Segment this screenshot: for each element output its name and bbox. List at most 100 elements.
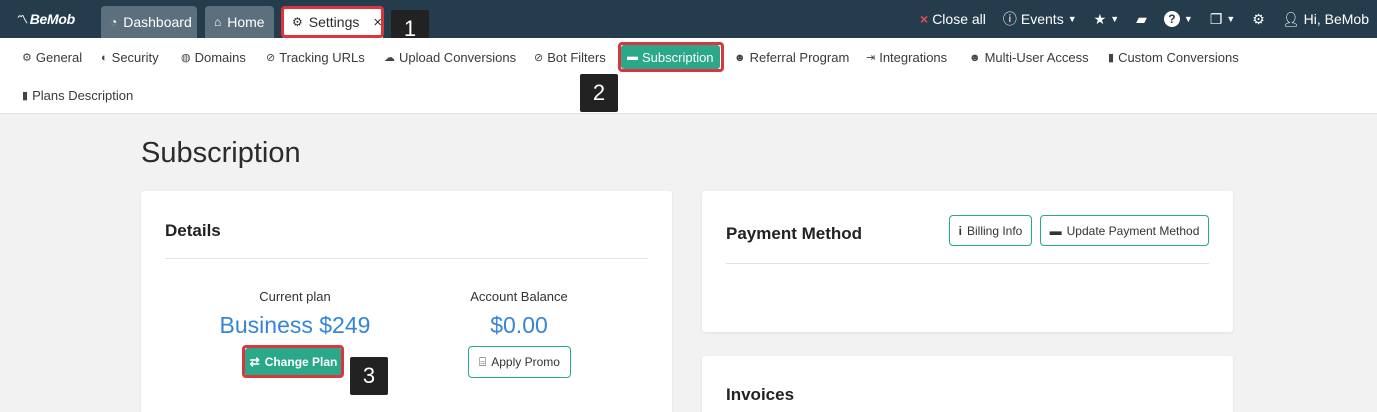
workspace-menu[interactable]: ❐ ▼ (1210, 11, 1235, 28)
top-right-actions: × Close all ⓘ Events ▼ ★ ▼ ▰ ? ▼ ❐ ▼ ⚙ 👤… (920, 0, 1369, 38)
subnav-security[interactable]: ◐ Security (101, 50, 159, 65)
details-card: Details Current plan Business $249 Accou… (141, 191, 672, 412)
payment-method-title: Payment Method (726, 224, 863, 243)
info-icon: ⓘ (1002, 11, 1017, 27)
close-all-label: Close all (932, 11, 986, 27)
top-bar: 〽 BeMob ◔ Dashboard ⌂ Home ⚙ Settings × … (0, 0, 1377, 38)
help-icon: ? (1163, 11, 1180, 27)
subnav-label: Integrations (879, 50, 948, 65)
tab-settings[interactable]: ⚙ Settings × (283, 6, 383, 38)
chevron-down-icon: ▼ (1226, 14, 1236, 24)
subnav-label: Plans Description (32, 88, 134, 103)
events-menu[interactable]: ⓘ Events ▼ (1003, 9, 1077, 29)
settings-button[interactable]: ⚙ (1252, 11, 1265, 28)
invoices-title: Invoices (726, 385, 795, 404)
close-icon: × (920, 11, 929, 27)
subnav-bot-filters[interactable]: ⊘ Bot Filters (534, 50, 606, 65)
payment-method-card: Payment Method i Billing Info ▬ Update P… (702, 191, 1233, 332)
settings-subnav: ⚙ General ◐ Security ◍ Domains ⊘ Trackin… (0, 38, 1377, 114)
subnav-integrations[interactable]: ⇥ Integrations (866, 50, 947, 65)
subnav-label: Subscription (642, 49, 714, 65)
account-balance-value: $0.00 (490, 312, 548, 338)
gear-icon: ⚙ (22, 52, 32, 64)
annotation-badge-3: 3 (350, 357, 388, 395)
close-all-button[interactable]: × Close all (920, 11, 986, 27)
file-icon: ▮ (22, 90, 29, 102)
update-payment-method-label: Update Payment Method (1066, 223, 1200, 238)
account-balance-label: Account Balance (470, 289, 568, 304)
credit-card-icon: ▬ (627, 51, 638, 63)
subnav-domains[interactable]: ◍ Domains (181, 50, 246, 65)
subnav-custom-conversions[interactable]: ▮ Custom Conversions (1108, 50, 1239, 65)
user-icon: 👤︎ (1281, 10, 1300, 27)
tab-dashboard[interactable]: ◔ Dashboard (101, 6, 197, 38)
users-icon: ☻ (969, 51, 981, 64)
copy-icon: ❐ (1209, 10, 1223, 27)
tab-label: Settings (308, 14, 360, 30)
apply-promo-button[interactable]: ⌸ Apply Promo (468, 346, 571, 378)
logo-text: BeMob (29, 11, 75, 27)
file-icon: ▮ (1108, 52, 1115, 64)
subnav-general[interactable]: ⚙ General (22, 50, 82, 65)
close-tab-icon[interactable]: × (373, 14, 382, 31)
subnav-upload-conversions[interactable]: ☁ Upload Conversions (384, 50, 516, 65)
link-icon: ⊘ (266, 52, 276, 64)
cloud-upload-icon: ☁ (384, 52, 395, 64)
ban-icon: ⊘ (534, 52, 544, 64)
events-label: Events (1020, 11, 1064, 27)
invoices-card: Invoices (702, 356, 1233, 412)
subnav-label: Upload Conversions (399, 50, 517, 65)
annotation-badge-2: 2 (580, 74, 618, 112)
details-title: Details (165, 221, 221, 240)
update-payment-method-button[interactable]: ▬ Update Payment Method (1040, 215, 1209, 246)
page-title: Subscription (141, 137, 301, 169)
tab-label: Home (227, 14, 265, 30)
tab-label: Dashboard (123, 14, 192, 30)
credit-card-icon: ▬ (1049, 223, 1062, 238)
change-plan-button[interactable]: ⇄ Change Plan (245, 348, 342, 376)
details-divider (165, 258, 648, 259)
chevron-down-icon: ▼ (1183, 14, 1193, 24)
swap-icon: ⇄ (249, 355, 260, 369)
subnav-multi-user-access[interactable]: ☻ Multi-User Access (969, 50, 1089, 65)
subnav-referral-program[interactable]: ☻ Referral Program (734, 50, 849, 65)
billing-info-label: Billing Info (966, 223, 1023, 238)
subnav-label: Referral Program (749, 50, 850, 65)
plug-icon: ⇥ (866, 52, 876, 64)
chat-button[interactable]: ▰ (1136, 11, 1147, 28)
gear-icon: ⚙ (1252, 10, 1265, 27)
shield-icon: ◐ (101, 51, 108, 64)
payment-divider (726, 263, 1209, 264)
subnav-label: Tracking URLs (279, 50, 365, 65)
chevron-down-icon: ▼ (1110, 14, 1120, 24)
subnav-label: Multi-User Access (984, 50, 1089, 65)
home-icon: ⌂ (214, 15, 222, 29)
apply-promo-label: Apply Promo (491, 355, 560, 369)
globe-icon: ◍ (181, 52, 191, 64)
chat-icon: ▰ (1136, 10, 1147, 27)
tab-home[interactable]: ⌂ Home (205, 6, 274, 38)
help-menu[interactable]: ? ▼ (1163, 11, 1193, 27)
logo[interactable]: 〽 BeMob (17, 11, 75, 27)
favorites-menu[interactable]: ★ ▼ (1094, 11, 1119, 28)
subnav-tracking-urls[interactable]: ⊘ Tracking URLs (266, 50, 365, 65)
user-menu[interactable]: 👤︎ Hi, BeMob (1282, 11, 1369, 28)
dashboard-icon: ◔ (110, 15, 118, 29)
user-label: Hi, BeMob (1303, 11, 1369, 27)
billing-info-button[interactable]: i Billing Info (949, 215, 1032, 246)
current-plan-label: Current plan (259, 289, 331, 304)
change-plan-label: Change Plan (264, 355, 338, 369)
info-icon: i (958, 223, 962, 238)
subnav-label: Domains (194, 50, 246, 65)
subnav-label: Bot Filters (547, 50, 606, 65)
users-icon: ☻ (734, 51, 746, 64)
subnav-subscription[interactable]: ▬ Subscription (621, 45, 720, 69)
gift-icon: ⌸ (479, 354, 487, 369)
subnav-plans-description[interactable]: ▮ Plans Description (22, 88, 133, 103)
gear-icon: ⚙ (292, 15, 303, 29)
chevron-down-icon: ▼ (1067, 14, 1077, 24)
star-icon: ★ (1093, 10, 1107, 27)
subnav-label: General (35, 50, 83, 65)
current-plan-value: Business $249 (219, 312, 371, 338)
logo-mark-icon: 〽 (17, 14, 28, 26)
